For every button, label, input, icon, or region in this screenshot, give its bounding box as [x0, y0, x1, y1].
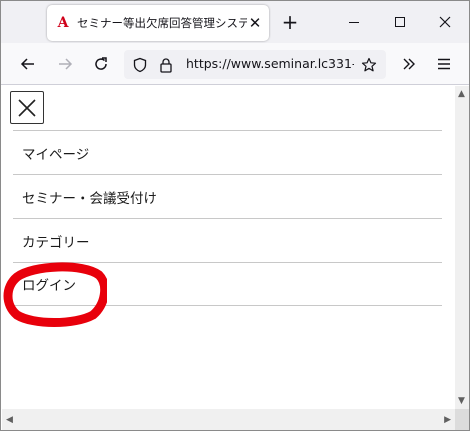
window-close-button[interactable] — [432, 9, 458, 35]
menu-item-category[interactable]: カテゴリー — [13, 218, 442, 262]
menu-item-mypage[interactable]: マイページ — [13, 130, 442, 174]
maximize-button[interactable] — [387, 9, 413, 35]
minimize-icon — [349, 21, 359, 23]
reload-button[interactable] — [89, 52, 113, 76]
scroll-left-arrow-icon[interactable]: ◀ — [6, 415, 13, 425]
close-icon — [18, 98, 36, 117]
overflow-menu-button[interactable] — [397, 52, 421, 76]
back-button[interactable] — [16, 52, 40, 76]
tab-close-icon[interactable]: ✕ — [247, 15, 263, 31]
menu-item-login[interactable]: ログイン — [13, 262, 442, 306]
close-menu-button[interactable] — [10, 91, 44, 124]
double-chevron-right-icon — [403, 58, 415, 70]
navigation-toolbar: https://www.seminar.lc331-c — [1, 43, 469, 85]
scroll-down-arrow-icon[interactable]: ▼ — [458, 396, 465, 406]
arrow-left-icon — [20, 58, 34, 70]
arrow-right-icon — [59, 58, 73, 70]
window-close-icon — [439, 16, 451, 28]
minimize-button[interactable] — [341, 9, 367, 35]
page-content: マイページ セミナー・会議受付け カテゴリー ログイン — [2, 86, 455, 409]
horizontal-scrollbar[interactable]: ◀ ▶ — [2, 409, 455, 430]
app-menu-button[interactable] — [432, 52, 456, 76]
scrollbar-corner — [455, 409, 469, 430]
url-text[interactable]: https://www.seminar.lc331-c — [186, 56, 354, 73]
shield-icon[interactable] — [132, 57, 148, 73]
scroll-up-arrow-icon[interactable]: ▲ — [458, 89, 465, 99]
address-bar[interactable]: https://www.seminar.lc331-c — [124, 50, 386, 79]
scroll-right-arrow-icon[interactable]: ▶ — [444, 415, 451, 425]
browser-window: A セミナー等出欠席回答管理システム ✕ + https://www.semin… — [0, 0, 470, 431]
reload-icon — [95, 57, 107, 70]
maximize-icon — [395, 17, 405, 27]
vertical-scrollbar[interactable]: ▲ ▼ — [455, 86, 469, 409]
new-tab-button[interactable]: + — [279, 10, 301, 34]
tab-strip: A セミナー等出欠席回答管理システム ✕ + — [1, 1, 469, 43]
browser-tab[interactable]: A セミナー等出欠席回答管理システム ✕ — [47, 5, 269, 41]
lock-icon[interactable] — [158, 57, 174, 73]
forward-button[interactable] — [53, 52, 77, 76]
menu-item-seminar-reception[interactable]: セミナー・会議受付け — [13, 174, 442, 218]
tab-title: セミナー等出欠席回答管理システム — [77, 16, 247, 30]
bookmark-star-icon[interactable] — [361, 57, 377, 73]
hamburger-menu-icon — [438, 58, 450, 70]
site-favicon-icon: A — [57, 15, 69, 31]
nav-menu: マイページ セミナー・会議受付け カテゴリー ログイン — [13, 130, 442, 306]
